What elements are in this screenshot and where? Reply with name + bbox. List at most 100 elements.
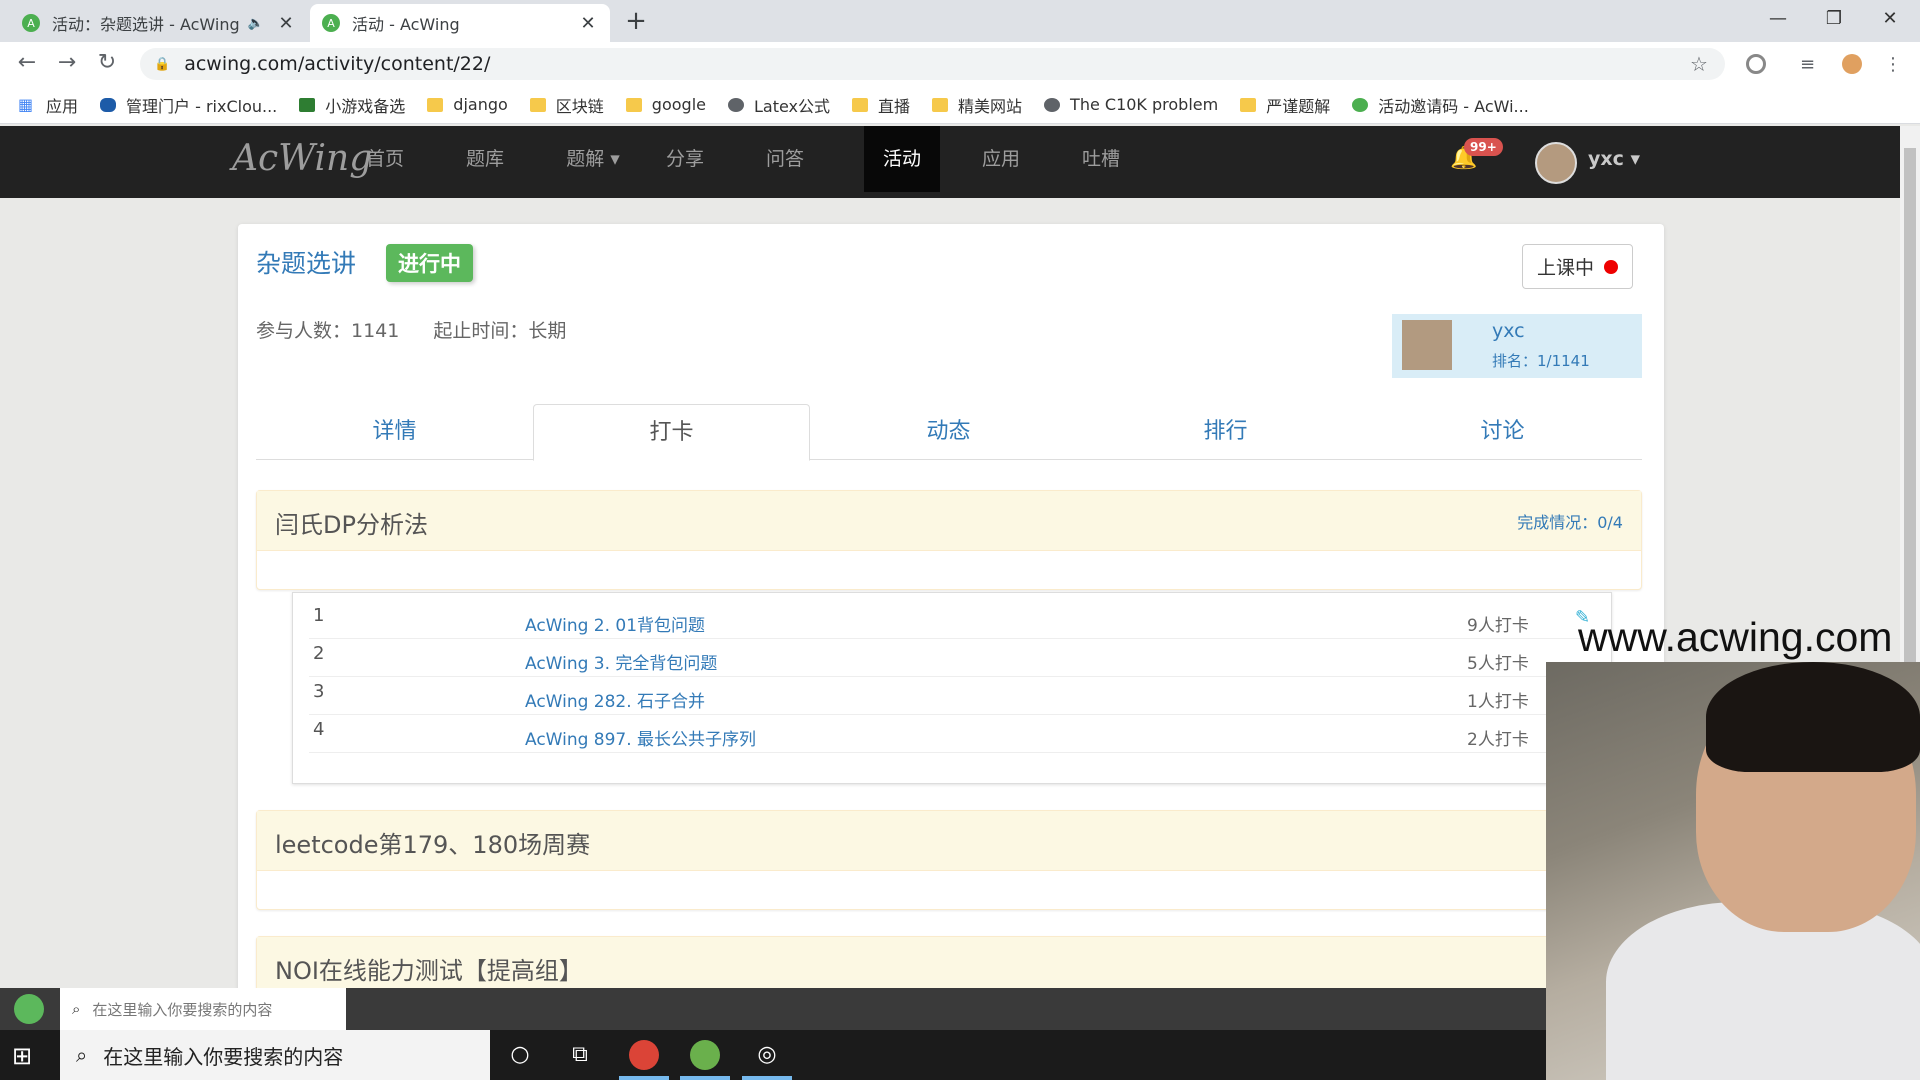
tab-title: 活动：杂题选讲 - AcWing [52,15,240,34]
close-window-icon[interactable]: ✕ [1862,4,1918,34]
lock-icon: 🔒 [154,56,171,72]
active-app-indicator [680,1076,730,1080]
bookmark-item[interactable]: The C10K problem [1044,95,1218,114]
obs-icon[interactable]: ◎ [752,1040,782,1070]
bookmark-folder[interactable]: django [427,95,508,114]
apps-grid-icon: ▦ [18,95,34,114]
section-title: leetcode第179、180场周赛 [275,831,591,859]
profile-avatar-icon[interactable] [1842,54,1862,74]
address-toolbar: ← → ↻ 🔒 acwing.com/activity/content/22/ … [0,42,1920,86]
close-tab-icon[interactable]: ✕ [276,13,296,34]
browser-tab-2[interactable]: A 活动 - AcWing ✕ [310,4,610,42]
maximize-icon[interactable]: ❐ [1806,4,1862,34]
close-tab-icon[interactable]: ✕ [578,13,598,34]
activity-title[interactable]: 杂题选讲 [256,244,356,280]
taskbar-search-input[interactable]: ⌕ 在这里输入你要搜索的内容 [60,1030,490,1080]
bookmark-folder[interactable]: 严谨题解 [1240,93,1330,117]
user-rank-box: yxc 排名：1/1141 [1392,314,1642,378]
section-panel: 闫氏DP分析法 完成情况：0/4 [256,490,1642,590]
rank-text: 排名：1/1141 [1492,352,1590,370]
tab-details[interactable]: 详情 [256,404,533,460]
nav-apps[interactable]: 应用 [964,126,1038,192]
avatar[interactable] [1402,320,1452,370]
section-body [257,551,1641,589]
acwing-favicon-icon: A [22,14,40,32]
bookmark-folder[interactable]: 区块链 [529,93,604,117]
problem-link[interactable]: AcWing 3. 完全背包问题 [525,649,717,674]
tab-title: 活动 - AcWing [352,15,460,34]
windows-taskbar: ⊞ ⌕ 在这里输入你要搜索的内容 ○ ⧉ ◎ [0,1030,1546,1080]
section-header[interactable]: 闫氏DP分析法 完成情况：0/4 [257,491,1641,551]
browser-tab-strip: A 活动：杂题选讲 - AcWing 🔈 ✕ A 活动 - AcWing ✕ +… [0,0,1920,42]
problem-number: 1 [313,605,325,626]
table-row: 1 AcWing 2. 01背包问题 9人打卡 ✎ [309,601,1599,639]
reload-icon[interactable]: ↻ [92,50,122,75]
nav-problems[interactable]: 题库 [448,126,522,192]
back-arrow-icon[interactable]: ← [12,50,42,75]
section-title: 闫氏DP分析法 [275,511,428,539]
nav-activities[interactable]: 活动 [864,126,940,192]
browser-tab-1[interactable]: A 活动：杂题选讲 - AcWing 🔈 ✕ [10,4,308,42]
bookmark-star-icon[interactable]: ☆ [1690,52,1708,76]
windows-start-icon[interactable]: ⊞ [12,1042,32,1070]
rank-username[interactable]: yxc [1492,320,1525,342]
acwing-logo-icon[interactable] [14,994,44,1024]
activity-card: 杂题选讲 进行中 上课中 参与人数：1141 起止时间：长期 yxc 排名：1/… [238,224,1664,1030]
bookmark-folder[interactable]: 精美网站 [932,93,1022,117]
section-header[interactable]: leetcode第179、180场周赛 完成 [257,811,1641,871]
tab-feed[interactable]: 动态 [810,404,1087,460]
search-icon: ⌕ [72,1000,81,1018]
search-placeholder: 在这里输入你要搜索的内容 [92,1000,273,1019]
activity-tabs: 详情 打卡 动态 排行 讨论 [256,404,1642,461]
user-menu[interactable]: yxc ▾ [1588,148,1640,170]
nav-home[interactable]: 首页 [348,126,422,192]
in-class-button[interactable]: 上课中 [1522,244,1634,289]
cortana-icon[interactable]: ○ [505,1040,535,1070]
nav-share[interactable]: 分享 [648,126,722,192]
media-control-icon[interactable]: ≡ [1800,54,1820,75]
globe-icon [1044,97,1061,112]
problem-link[interactable]: AcWing 2. 01背包问题 [525,611,705,636]
nav-qa[interactable]: 问答 [748,126,822,192]
tab-discussion[interactable]: 讨论 [1364,404,1641,460]
problem-number: 4 [313,719,325,740]
avatar[interactable] [1535,142,1577,184]
nav-solutions[interactable]: 题解 ▾ [556,126,630,192]
problem-link[interactable]: AcWing 282. 石子合并 [525,687,705,712]
app-icon[interactable] [690,1040,720,1070]
folder-icon [852,97,869,112]
bookmark-apps[interactable]: ▦ 应用 [18,93,78,117]
bookmark-folder[interactable]: 直播 [852,93,910,117]
bookmark-item[interactable]: 小游戏备选 [299,93,405,117]
problem-link[interactable]: AcWing 897. 最长公共子序列 [525,725,756,750]
search-input[interactable]: ⌕ 在这里输入你要搜索的内容 [60,988,346,1030]
minimize-icon[interactable]: — [1750,4,1806,34]
tab-checkin[interactable]: 打卡 [533,404,810,461]
globe-icon [727,97,744,112]
folder-icon [529,97,546,112]
nav-feedback[interactable]: 吐槽 [1064,126,1138,192]
bookmarks-bar: ▦ 应用 管理门户 - rixClou... 小游戏备选 django 区块链 g… [0,86,1920,124]
bookmark-item[interactable]: 管理门户 - rixClou... [100,93,277,117]
bookmark-item[interactable]: Latex公式 [727,93,830,117]
bookmark-folder[interactable]: google [625,95,706,114]
task-view-icon[interactable]: ⧉ [565,1040,595,1070]
bookmark-item[interactable]: 活动邀请码 - AcWi... [1352,93,1529,117]
new-tab-button[interactable]: + [620,6,652,36]
section-body [257,871,1641,909]
menu-kebab-icon[interactable]: ⋮ [1884,54,1904,75]
extension-icon[interactable] [1746,54,1766,74]
tab-ranking[interactable]: 排行 [1087,404,1364,460]
speaker-icon[interactable]: 🔈 [248,16,264,31]
forward-arrow-icon[interactable]: → [52,50,82,75]
inner-toolbar: ⌕ 在这里输入你要搜索的内容 [0,988,1546,1030]
folder-icon [625,97,642,112]
notification-badge: 99+ [1464,138,1503,156]
folder-icon [427,97,444,112]
problem-list: 1 AcWing 2. 01背包问题 9人打卡 ✎ 2 AcWing 3. 完全… [292,592,1612,784]
url-field[interactable]: 🔒 acwing.com/activity/content/22/ [140,48,1725,80]
active-app-indicator [742,1076,792,1080]
chrome-icon[interactable] [629,1040,659,1070]
table-row: 4 AcWing 897. 最长公共子序列 2人打卡 [309,715,1599,753]
live-dot-icon [1604,259,1619,274]
